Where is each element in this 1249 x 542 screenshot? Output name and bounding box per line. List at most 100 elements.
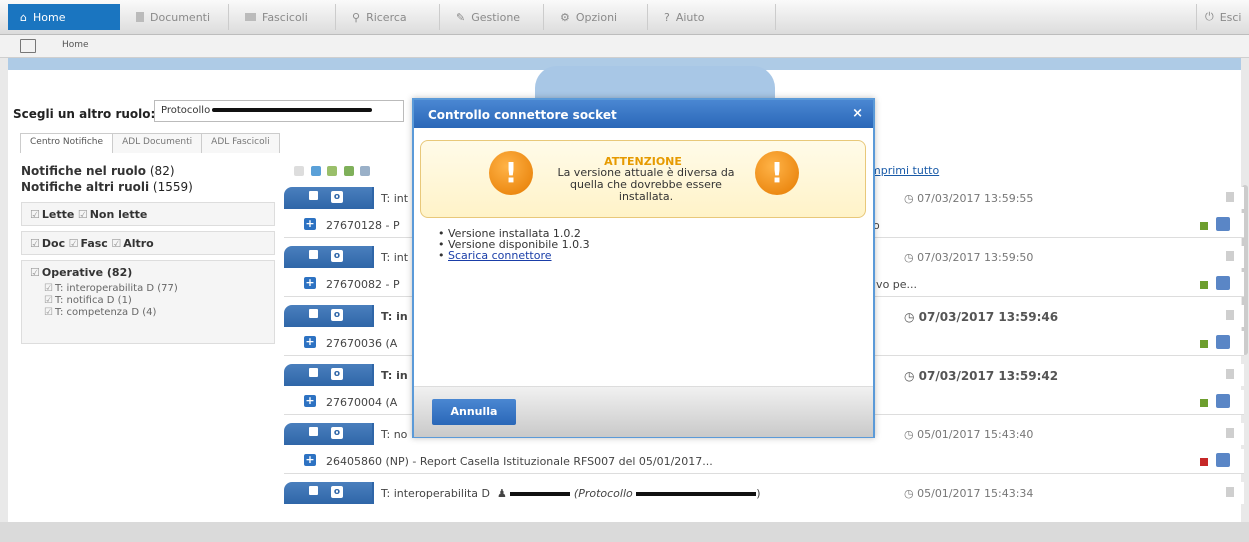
power-icon: ⏻ [1205,10,1214,23]
footer-bar [0,522,1249,542]
date-label: ◷ 05/01/2017 15:43:34 [904,487,1034,500]
status-flag-icon [1200,399,1208,407]
user-icon[interactable] [1216,453,1230,467]
check-icon[interactable]: ☑ [30,208,40,221]
user-icon[interactable] [1216,335,1230,349]
date-label: ◷ 07/03/2017 13:59:55 [904,192,1034,205]
tab-documenti[interactable]: Documenti [124,4,229,30]
expand-icon[interactable]: + [304,395,316,407]
expand-icon[interactable]: + [304,336,316,348]
dialog-footer: Annulla [414,386,873,437]
list-icon[interactable] [360,166,370,176]
user-icon[interactable] [1216,394,1230,408]
trash-icon[interactable] [1226,428,1234,438]
notif-role[interactable]: Notifiche nel ruolo (82) [21,164,281,178]
top-navigation: ⌂ Home Documenti Fascicoli ⚲ Ricerca ✎ G… [0,0,1249,35]
trash-icon[interactable] [1226,487,1234,497]
help-icon: ? [664,10,670,24]
role-select[interactable]: Protocollo [154,100,404,122]
trash-icon[interactable] [1226,192,1234,202]
view-icon[interactable]: o [331,250,343,262]
check-icon[interactable]: ☑ [44,307,53,318]
filter-read: ☑ Lette ☑ Non lette [21,202,275,226]
filter-type: ☑ Doc ☑ Fasc ☑ Altro [21,231,275,255]
select-icon[interactable] [294,166,304,176]
view-icon[interactable]: o [331,368,343,380]
check-icon[interactable]: ☑ [30,237,40,250]
alert-message: La versione attuale è diversa da quella … [557,166,735,203]
collapse-icon[interactable] [309,250,318,259]
check-icon[interactable]: ☑ [44,283,53,294]
filter-operative: ☑ Operative (82) ☑ T: interoperabilita D (… [21,260,275,344]
pencil-icon: ✎ [456,10,466,24]
notification-row[interactable]: + 26405860 (NP) - Report Casella Istituz… [284,449,1244,474]
tab-fascicoli[interactable]: Fascicoli [233,4,336,30]
view-icon[interactable]: o [331,427,343,439]
subtab-centro-notifiche[interactable]: Centro Notifiche [20,133,114,153]
user-icon[interactable] [1216,217,1230,231]
cancel-button[interactable]: Annulla [432,399,516,425]
collapse-icon[interactable] [309,191,318,200]
sidebar: Notifiche nel ruolo (82) Notifiche altri… [21,164,281,196]
redaction [212,108,373,112]
date-label: ◷ 05/01/2017 15:43:40 [904,428,1034,441]
trash-icon[interactable] [1226,310,1234,320]
home-icon[interactable] [20,39,36,53]
trash-icon[interactable] [1226,251,1234,261]
view-icon[interactable]: o [331,191,343,203]
notification-header[interactable]: o T: interoperabilita D ♟ (Protocollo ) … [284,482,1244,504]
status-flag-icon [1200,340,1208,348]
expand-icon[interactable]: + [304,218,316,230]
expand-icon[interactable]: + [304,454,316,466]
date-label: ◷ 07/03/2017 13:59:42 [904,369,1059,383]
close-icon[interactable]: × [852,106,863,121]
warning-box: ! ! ATTENZIONE La versione attuale è div… [420,140,866,218]
redaction [636,492,757,496]
status-flag-icon [1200,281,1208,289]
folder-icon [245,13,256,21]
status-flag-icon [1200,222,1208,230]
user-icon: ♟ [497,487,507,500]
collapse-icon[interactable] [309,427,318,436]
check-icon[interactable]: ☑ [30,266,40,279]
scrollbar[interactable] [1242,185,1248,355]
subtabs: Centro Notifiche ADL Documenti ADL Fasci… [20,133,280,153]
expand-icon[interactable]: + [304,277,316,289]
collapse-icon[interactable] [309,309,318,318]
tab-home[interactable]: ⌂ Home [8,4,120,30]
download-connector-link[interactable]: Scarica connettore [448,249,552,262]
filter-remove-icon[interactable] [343,166,354,176]
exit-button[interactable]: ⏻ Esci [1196,4,1249,30]
check-icon[interactable]: ☑ [44,295,53,306]
date-label: ◷ 07/03/2017 13:59:46 [904,310,1059,324]
version-list: Versione installata 1.0.2 Versione dispo… [438,228,590,261]
tab-gestione[interactable]: ✎ Gestione [444,4,544,30]
filter-icon[interactable] [327,166,337,176]
connector-dialog: Controllo connettore socket × ! ! ATTENZ… [412,98,875,438]
tab-opzioni[interactable]: ⚙ Opzioni [548,4,648,30]
dialog-titlebar[interactable]: Controllo connettore socket × [414,100,873,128]
tab-aiuto[interactable]: ? Aiuto [652,4,776,30]
refresh-icon[interactable] [310,166,321,176]
view-icon[interactable]: o [331,309,343,321]
collapse-icon[interactable] [309,368,318,377]
tab-ricerca[interactable]: ⚲ Ricerca [340,4,440,30]
user-icon[interactable] [1216,276,1230,290]
breadcrumb-home[interactable]: Home [62,40,89,50]
collapse-icon[interactable] [309,486,318,495]
status-flag-icon [1200,458,1208,466]
date-label: ◷ 07/03/2017 13:59:50 [904,251,1034,264]
subtab-adl-fascicoli[interactable]: ADL Fascicoli [201,133,280,153]
search-icon: ⚲ [352,10,361,24]
role-label: Scegli un altro ruolo: [13,107,156,121]
check-icon[interactable]: ☑ [111,237,121,250]
trash-icon[interactable] [1226,369,1234,379]
view-icon[interactable]: o [331,486,343,498]
document-icon [136,12,144,22]
check-icon[interactable]: ☑ [69,237,79,250]
expand-all-link[interactable]: mprimi tutto [870,164,939,177]
check-icon[interactable]: ☑ [78,208,88,221]
notif-other[interactable]: Notifiche altri ruoli (1559) [21,180,281,194]
subtab-adl-documenti[interactable]: ADL Documenti [112,133,203,153]
breadcrumb: Home [0,35,1249,58]
